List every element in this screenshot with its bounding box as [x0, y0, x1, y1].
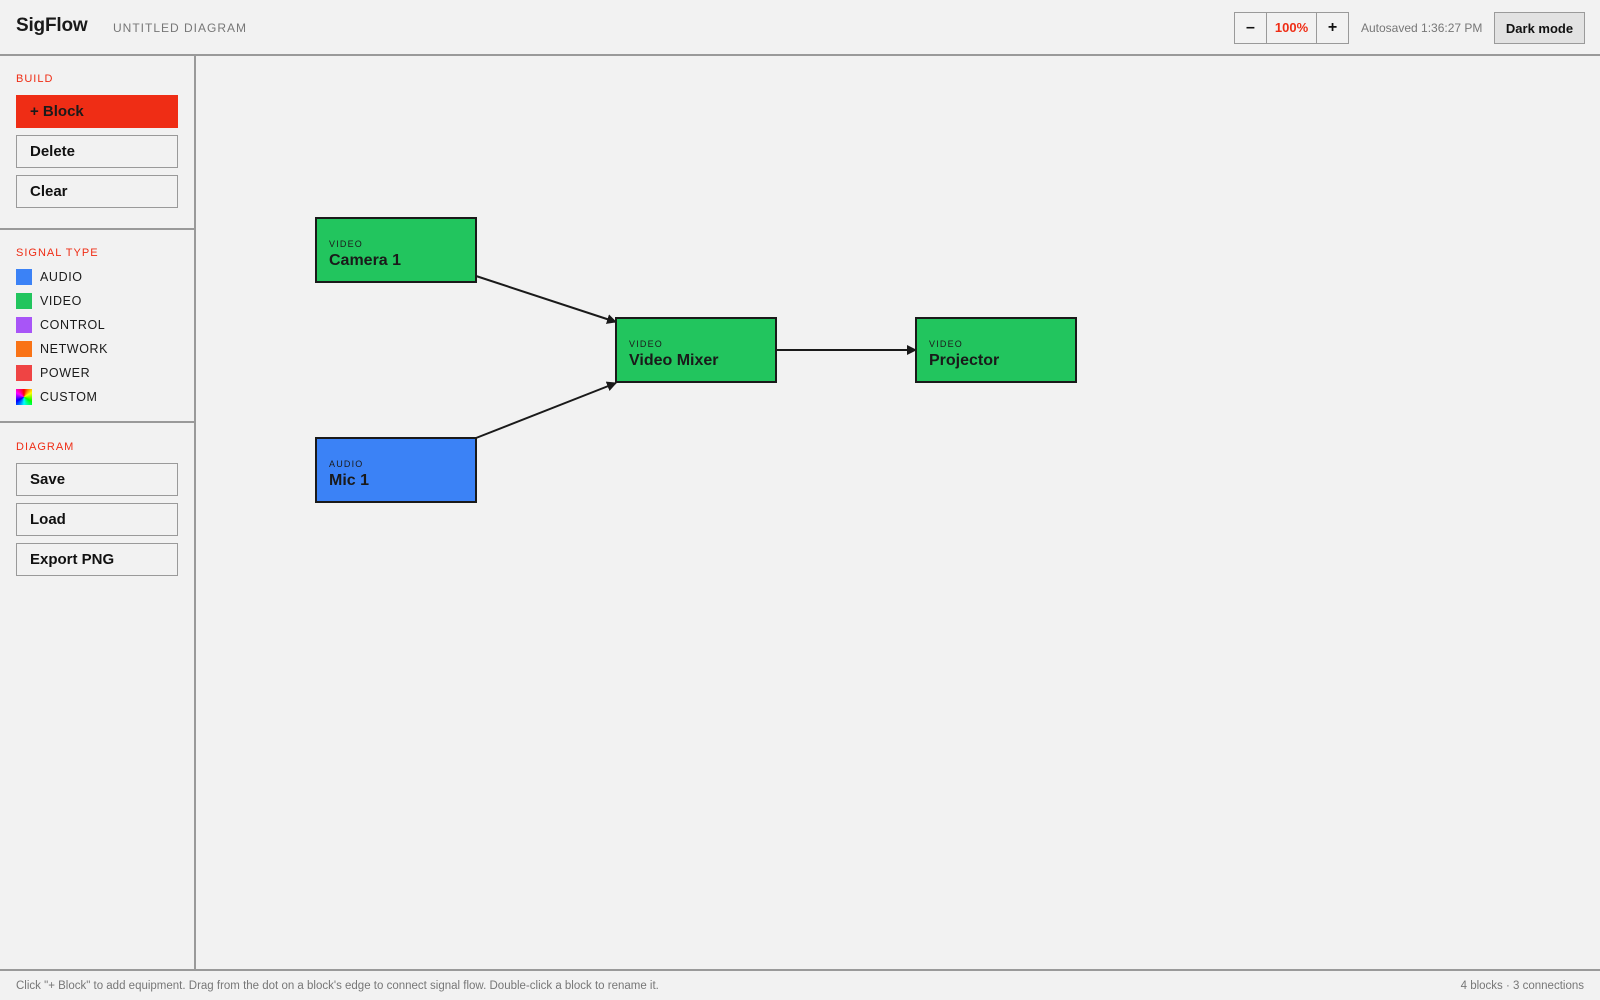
block-projector[interactable]: VIDEO Projector	[915, 317, 1077, 383]
legend-label: POWER	[40, 366, 91, 380]
block-name: Projector	[929, 352, 1000, 369]
app-root: SigFlow UNTITLED DIAGRAM – 100% + Autosa…	[0, 0, 1600, 1000]
autosave-status: Autosaved 1:36:27 PM	[1361, 21, 1483, 35]
control-swatch	[16, 317, 32, 333]
zoom-level: 100%	[1266, 13, 1317, 43]
connection-layer	[475, 275, 917, 439]
diagram-title[interactable]: UNTITLED DIAGRAM	[113, 21, 247, 35]
add-block-button[interactable]: + Block	[16, 95, 178, 128]
legend-label: NETWORK	[40, 342, 109, 356]
block-name: Video Mixer	[629, 352, 719, 369]
export-png-button[interactable]: Export PNG	[16, 543, 178, 576]
power-swatch	[16, 365, 32, 381]
diagram-section-title: DIAGRAM	[16, 441, 75, 453]
block-mic-1[interactable]: AUDIO Mic 1	[315, 437, 477, 503]
app-name: SigFlow	[16, 15, 88, 36]
load-button[interactable]: Load	[16, 503, 178, 536]
help-hint: Click "+ Block" to add equipment. Drag f…	[16, 980, 659, 992]
legend-item-video: VIDEO	[16, 293, 82, 309]
block-name: Camera 1	[329, 252, 402, 269]
block-type-label: VIDEO	[929, 339, 964, 349]
audio-swatch	[16, 269, 32, 285]
top-bar: SigFlow UNTITLED DIAGRAM – 100% + Autosa…	[0, 0, 1600, 56]
signal-type-section-title: SIGNAL TYPE	[16, 247, 99, 259]
legend-label: CONTROL	[40, 318, 106, 332]
zoom-in-button[interactable]: +	[1317, 13, 1348, 43]
delete-button[interactable]: Delete	[16, 135, 178, 168]
save-button[interactable]: Save	[16, 463, 178, 496]
block-type-label: VIDEO	[629, 339, 664, 349]
connection-camera1-to-videomixer[interactable]	[475, 275, 617, 324]
status-bar: Click "+ Block" to add equipment. Drag f…	[0, 969, 1600, 1000]
legend-item-network: NETWORK	[16, 341, 108, 357]
legend-label: AUDIO	[40, 270, 83, 284]
legend-item-custom: CUSTOM	[16, 389, 98, 405]
legend-label: CUSTOM	[40, 390, 98, 404]
clear-button[interactable]: Clear	[16, 175, 178, 208]
legend-label: VIDEO	[40, 294, 82, 308]
network-swatch	[16, 341, 32, 357]
legend-item-power: POWER	[16, 365, 90, 381]
custom-swatch	[16, 389, 32, 405]
block-type-label: AUDIO	[329, 459, 364, 469]
legend-item-control: CONTROL	[16, 317, 105, 333]
signal-type-section: SIGNAL TYPE AUDIO VIDEO CONTROL NETWORK …	[0, 230, 194, 423]
dark-mode-button[interactable]: Dark mode	[1494, 12, 1585, 44]
diagram-canvas[interactable]: VIDEO Camera 1 VIDEO Video Mixer VIDEO P…	[196, 56, 1600, 969]
build-section-title: BUILD	[16, 73, 54, 85]
diagram-section: DIAGRAM Save Load Export PNG	[0, 423, 194, 723]
connection-mic1-to-videomixer[interactable]	[475, 381, 617, 439]
legend-item-audio: AUDIO	[16, 269, 83, 285]
video-swatch	[16, 293, 32, 309]
zoom-control: – 100% +	[1234, 12, 1349, 44]
block-video-mixer[interactable]: VIDEO Video Mixer	[615, 317, 777, 383]
block-name: Mic 1	[329, 472, 370, 489]
diagram-stats: 4 blocks · 3 connections	[1460, 980, 1584, 992]
zoom-out-button[interactable]: –	[1235, 13, 1266, 43]
build-section: BUILD + Block Delete Clear	[0, 56, 194, 230]
block-type-label: VIDEO	[329, 239, 364, 249]
sidebar: BUILD + Block Delete Clear SIGNAL TYPE A…	[0, 56, 196, 969]
block-camera-1[interactable]: VIDEO Camera 1	[315, 217, 477, 283]
